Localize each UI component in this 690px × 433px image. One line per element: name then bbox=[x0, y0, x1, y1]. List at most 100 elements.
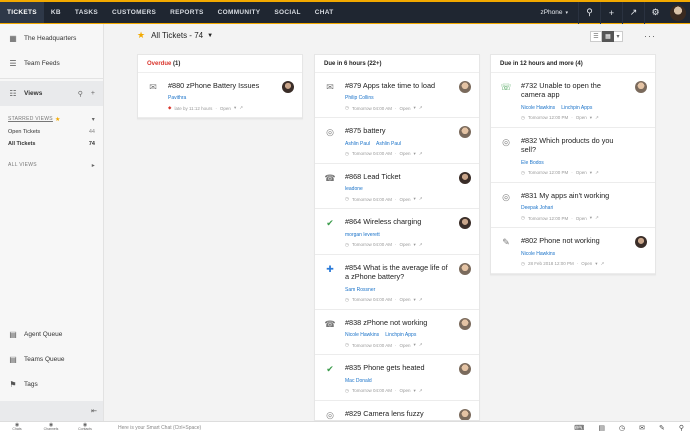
contact-link[interactable]: Pavithra bbox=[168, 95, 186, 101]
open-external-icon[interactable]: ↗ bbox=[419, 242, 423, 248]
contact-link[interactable]: Sam Rossner bbox=[345, 287, 375, 293]
contacts-tab[interactable]: ◉ Contacts bbox=[68, 423, 102, 432]
chevron-down-icon[interactable]: ▾ bbox=[413, 388, 415, 394]
agent-avatar[interactable] bbox=[635, 81, 647, 93]
chevron-down-icon[interactable]: ▾ bbox=[234, 105, 236, 111]
more-options-icon[interactable]: ··· bbox=[644, 31, 656, 41]
ticket-title[interactable]: #864 Wireless charging bbox=[345, 217, 471, 226]
collapse-sidebar-button[interactable]: ⇤ bbox=[0, 401, 103, 421]
sidebar-item-team-feeds[interactable]: ☰ Team Feeds bbox=[0, 51, 103, 76]
tab-customers[interactable]: CUSTOMERS bbox=[105, 2, 163, 23]
status-badge[interactable]: Open bbox=[399, 197, 410, 202]
contact-link[interactable]: Mac Donald bbox=[345, 378, 372, 384]
sidebar-item-tags[interactable]: ⚑ Tags bbox=[0, 372, 103, 397]
open-external-icon[interactable]: ↗ bbox=[419, 105, 423, 111]
starred-views-header[interactable]: STARRED VIEWS ★ ▾ bbox=[0, 112, 103, 126]
ticket-title[interactable]: #802 Phone not working bbox=[521, 236, 647, 245]
ticket-card[interactable]: ✉ #879 Apps take time to load Philip Colli… bbox=[315, 73, 479, 119]
agent-avatar[interactable] bbox=[282, 81, 294, 93]
ticket-card[interactable]: ✎ #802 Phone not working Nicole Hawkins ◷ 28… bbox=[491, 228, 655, 274]
contact-link[interactable]: Linchpin Apps bbox=[385, 332, 416, 338]
plus-icon[interactable]: + bbox=[91, 90, 95, 98]
agent-avatar[interactable] bbox=[459, 126, 471, 139]
department-switcher[interactable]: zPhone ▾ bbox=[530, 9, 578, 16]
status-badge[interactable]: Open bbox=[220, 106, 231, 111]
ticket-card[interactable]: ✔ #864 Wireless charging morgan leverett ◷ T… bbox=[315, 209, 479, 255]
plus-icon[interactable]: + bbox=[600, 1, 622, 24]
view-open-tickets[interactable]: Open Tickets 44 bbox=[0, 126, 103, 138]
agent-avatar[interactable] bbox=[459, 217, 471, 230]
contact-link[interactable]: Ashlin Paul bbox=[376, 141, 401, 147]
status-badge[interactable]: Open bbox=[399, 388, 410, 393]
sidebar-item-agent-queue[interactable]: ▤ Agent Queue bbox=[0, 322, 103, 347]
chevron-down-icon[interactable]: ▾ bbox=[590, 170, 592, 176]
agent-avatar[interactable] bbox=[459, 171, 471, 184]
status-badge[interactable]: Open bbox=[399, 297, 410, 302]
ticket-card[interactable]: ✔ #835 Phone gets heated Mac Donald ◷ Tomorr… bbox=[315, 355, 479, 401]
open-external-icon[interactable]: ↗ bbox=[419, 196, 423, 202]
ticket-title[interactable]: #829 Camera lens fuzzy bbox=[345, 409, 471, 418]
contact-link[interactable]: Deepak Johari bbox=[521, 205, 553, 211]
ticket-card[interactable]: ✚ #854 What is the average life of a zPho… bbox=[315, 255, 479, 310]
chats-tab[interactable]: ◉ Chats bbox=[0, 423, 34, 432]
chevron-down-icon[interactable]: ▾ bbox=[413, 342, 415, 348]
open-external-icon[interactable]: ↗ bbox=[419, 151, 423, 157]
contact-link[interactable]: Nicole Hawkins bbox=[521, 105, 555, 111]
open-external-icon[interactable]: ↗ bbox=[419, 388, 423, 394]
comments-icon[interactable]: ✉ bbox=[639, 424, 645, 432]
status-badge[interactable]: Open bbox=[399, 242, 410, 247]
open-external-icon[interactable]: ↗ bbox=[601, 261, 605, 267]
ticket-card[interactable]: ✉ #880 zPhone Battery Issues Pavithra ◆ late… bbox=[138, 73, 302, 119]
ticket-title[interactable]: #875 battery bbox=[345, 126, 471, 135]
agent-avatar[interactable] bbox=[459, 408, 471, 420]
status-badge[interactable]: Open bbox=[581, 261, 592, 266]
smart-chat-input[interactable]: Here is your Smart Chat (Ctrl+Space) bbox=[104, 425, 574, 431]
user-avatar[interactable] bbox=[670, 4, 686, 21]
channels-tab[interactable]: ◉ Channels bbox=[34, 423, 68, 432]
ticket-title[interactable]: #879 Apps take time to load bbox=[345, 81, 471, 90]
tab-reports[interactable]: REPORTS bbox=[163, 2, 211, 23]
contact-link[interactable]: Ele Bodos bbox=[521, 160, 544, 166]
ticket-card[interactable]: ◎ #832 Which products do you sell? Ele Bod… bbox=[491, 128, 655, 183]
agent-avatar[interactable] bbox=[459, 81, 471, 93]
status-badge[interactable]: Open bbox=[576, 115, 587, 120]
ticket-title[interactable]: #832 Which products do you sell? bbox=[521, 136, 647, 155]
list-view-icon[interactable]: ☰ bbox=[590, 31, 602, 42]
status-badge[interactable]: Open bbox=[576, 216, 587, 221]
search-icon[interactable]: ⚲ bbox=[578, 1, 600, 24]
sidebar-item-headquarters[interactable]: ▦ The Headquarters bbox=[0, 26, 103, 51]
agent-avatar[interactable] bbox=[459, 262, 471, 275]
tab-social[interactable]: SOCIAL bbox=[267, 2, 307, 23]
chevron-down-icon[interactable]: ▾ bbox=[413, 297, 415, 303]
keyboard-icon[interactable]: ⌨ bbox=[574, 424, 584, 432]
contact-link[interactable]: morgan leverett bbox=[345, 232, 380, 238]
notes-icon[interactable]: ✎ bbox=[659, 424, 665, 432]
chevron-down-icon[interactable]: ▾ bbox=[413, 105, 415, 111]
sidebar-item-teams-queue[interactable]: ▤ Teams Queue bbox=[0, 347, 103, 372]
status-badge[interactable]: Open bbox=[399, 343, 410, 348]
ticket-title[interactable]: #838 zPhone not working bbox=[345, 318, 471, 327]
all-views-header[interactable]: ALL VIEWS ▸ bbox=[0, 158, 103, 172]
view-all-tickets[interactable]: All Tickets 74 bbox=[0, 138, 103, 150]
chevron-down-icon[interactable]: ▾ bbox=[590, 115, 592, 121]
open-external-icon[interactable]: ↗ bbox=[239, 105, 243, 111]
ticket-card[interactable]: ☎ #838 zPhone not working Nicole Hawkins Li… bbox=[315, 310, 479, 356]
star-icon[interactable]: ★ bbox=[137, 30, 145, 41]
open-external-icon[interactable]: ↗ bbox=[419, 297, 423, 303]
ticket-title[interactable]: #831 My apps ain't working bbox=[521, 191, 647, 200]
ticket-title[interactable]: #835 Phone gets heated bbox=[345, 363, 471, 372]
contact-link[interactable]: Nicole Hawkins bbox=[345, 332, 379, 338]
chevron-down-icon[interactable]: ▾ bbox=[590, 215, 592, 221]
status-badge[interactable]: Open bbox=[576, 170, 587, 175]
ticket-card[interactable]: ☎ #868 Lead Ticket leadone ◷ Tomorrow 04:00 … bbox=[315, 164, 479, 210]
contact-link[interactable]: Nicole Hawkins bbox=[521, 251, 555, 257]
ticket-card[interactable]: ◎ #829 Camera lens fuzzy bbox=[315, 401, 479, 420]
sidebar-item-views[interactable]: ☷ Views ⚲ + bbox=[0, 81, 103, 106]
contact-link[interactable]: Ashlin Paul bbox=[345, 141, 370, 147]
chevron-down-icon[interactable]: ▾ bbox=[413, 196, 415, 202]
chevron-down-icon[interactable]: ▾ bbox=[595, 261, 597, 267]
contact-link[interactable]: leadone bbox=[345, 186, 363, 192]
external-icon[interactable]: ↗ bbox=[622, 1, 644, 24]
open-external-icon[interactable]: ↗ bbox=[419, 342, 423, 348]
open-external-icon[interactable]: ↗ bbox=[595, 215, 599, 221]
